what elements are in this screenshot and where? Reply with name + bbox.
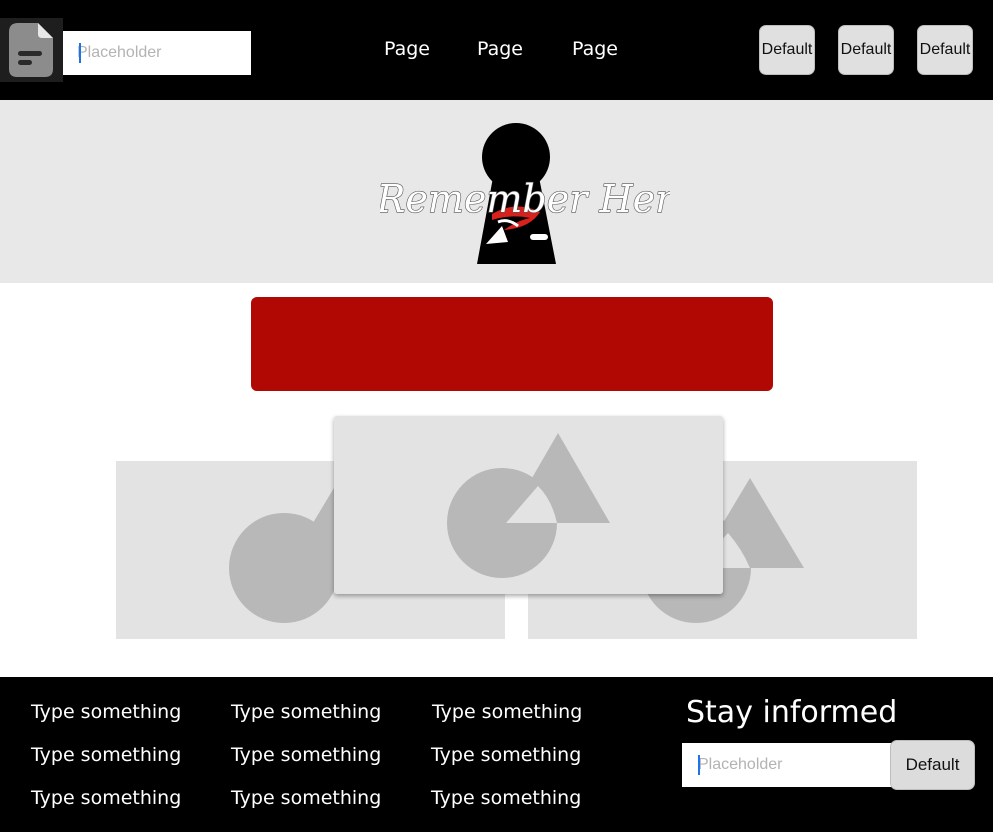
footer-link[interactable]: Type something	[231, 701, 381, 723]
document-icon	[9, 23, 53, 77]
nav-link-page-1[interactable]: Page	[384, 38, 430, 60]
footer-link[interactable]: Type something	[31, 701, 181, 723]
text-caret	[79, 43, 81, 63]
footer-link[interactable]: Type something	[31, 787, 181, 809]
text-caret	[698, 755, 700, 775]
header-button-2[interactable]: Default	[838, 25, 894, 75]
footer-link[interactable]: Type something	[31, 744, 181, 766]
nav-link-page-3[interactable]: Page	[572, 38, 618, 60]
footer-link[interactable]: Type something	[231, 744, 381, 766]
app-logo[interactable]	[0, 18, 63, 82]
hero-logo-text: Remember Her	[380, 177, 670, 221]
newsletter-title: Stay informed	[686, 695, 898, 730]
image-card-center[interactable]	[334, 416, 723, 594]
top-nav-bar: Page Page Page Default Default Default	[0, 0, 993, 100]
remember-her-logo: Remember Her	[380, 123, 670, 264]
hero-section: Remember Her	[0, 100, 993, 283]
newsletter-email-input[interactable]	[682, 743, 894, 787]
footer-link[interactable]: Type something	[231, 787, 381, 809]
promo-banner[interactable]	[251, 297, 773, 391]
search-input[interactable]	[63, 31, 251, 75]
footer-link[interactable]: Type something	[432, 701, 582, 723]
newsletter-submit-button[interactable]: Default	[890, 740, 975, 790]
footer-link[interactable]: Type something	[431, 787, 581, 809]
nav-link-page-2[interactable]: Page	[477, 38, 523, 60]
header-button-1[interactable]: Default	[759, 25, 815, 75]
header-button-3[interactable]: Default	[917, 25, 973, 75]
footer: Type something Type something Type somet…	[0, 677, 993, 832]
footer-link[interactable]: Type something	[431, 744, 581, 766]
image-placeholder-icon	[447, 433, 610, 578]
